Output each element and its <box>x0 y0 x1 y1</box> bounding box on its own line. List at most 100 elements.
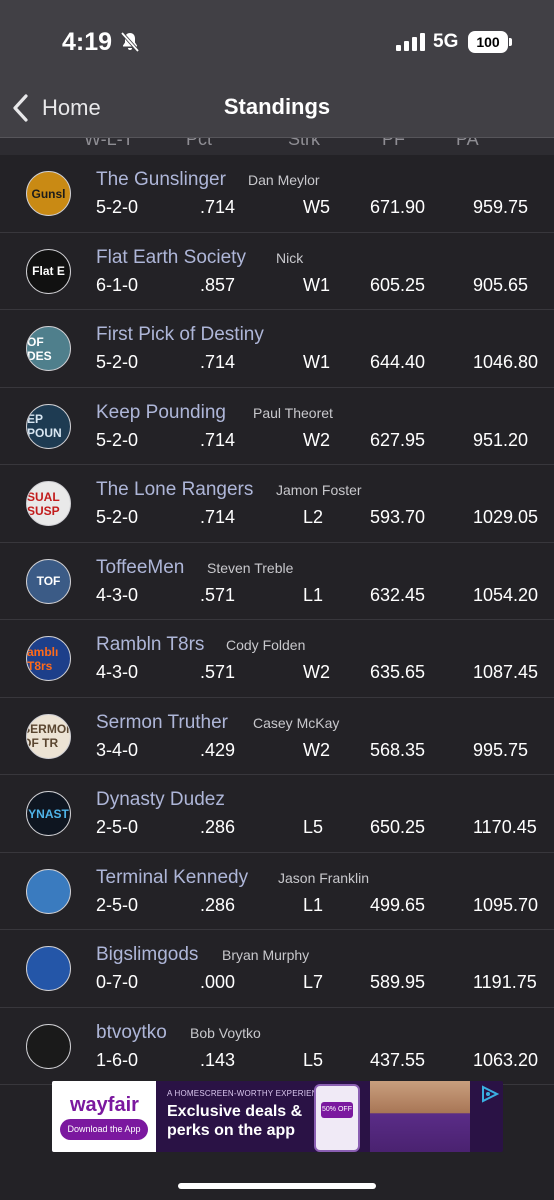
team-name[interactable]: The Lone Rangers <box>96 479 253 501</box>
ad-brand: wayfair <box>70 1094 139 1116</box>
team-streak: W5 <box>303 197 330 217</box>
team-row[interactable]: Bigslimgods Bryan Murphy 0-7-0 .000 L7 589.95… <box>0 930 554 1008</box>
team-logo-avatar: TOF <box>26 558 71 604</box>
team-row[interactable]: btvoytko Bob Voytko 1-6-0 .143 L5 437.55 1063.… <box>0 1008 554 1085</box>
team-win-pct: .286 <box>200 894 236 915</box>
team-logo-avatar <box>26 1023 71 1069</box>
team-win-pct: .857 <box>200 274 236 295</box>
ad-tagline: A HOMESCREEN-WORTHY EXPERIENCE <box>167 1089 330 1098</box>
team-win-pct: .714 <box>200 197 236 217</box>
team-row[interactable]: SERMON OF TR Sermon Truther Casey McKay 3-4… <box>0 698 554 775</box>
team-name[interactable]: Terminal Kennedy <box>96 867 248 889</box>
team-logo-text: TOF <box>36 574 61 588</box>
team-row[interactable]: EP POUN Keep Pounding Paul Theoret 5-2-0 .71… <box>0 388 554 465</box>
team-row[interactable]: OF DES First Pick of Destiny 5-2-0 .714 W1 64… <box>0 310 554 388</box>
team-logo-avatar: SUAL SUSP <box>26 481 71 526</box>
team-points-for: 437.55 <box>370 1049 426 1070</box>
team-row[interactable]: TOF ToffeeMen Steven Treble 4-3-0 .571 L1 632.… <box>0 543 554 620</box>
home-indicator[interactable] <box>178 1183 376 1189</box>
team-logo-avatar <box>26 946 71 991</box>
team-logo-text: SERMON OF TR <box>27 722 70 750</box>
team-points-for: 593.70 <box>370 507 426 527</box>
team-points-against: 1170.45 <box>473 817 537 837</box>
column-header-pct: Pct <box>186 138 213 149</box>
team-logo-text: SUAL SUSP <box>27 489 60 518</box>
team-row[interactable]: SUAL SUSP The Lone Rangers Jamon Foster 5-2… <box>0 465 554 543</box>
team-row[interactable]: YNAST Dynasty Dudez 2-5-0 .286 L5 650.25 1170.… <box>0 775 554 853</box>
team-row[interactable]: Flat E Flat Earth Society Nick 6-1-0 .857 W1 6… <box>0 233 554 310</box>
team-name[interactable]: First Pick of Destiny <box>96 324 264 346</box>
team-name[interactable]: Bigslimgods <box>96 944 198 966</box>
team-streak: L5 <box>303 1049 324 1070</box>
status-bar: 4:19 5G 100 <box>0 0 554 80</box>
team-owner: Dan Meylor <box>248 172 320 188</box>
team-points-for: 644.40 <box>370 352 426 372</box>
team-points-against: 905.65 <box>473 274 529 295</box>
team-points-for: 605.25 <box>370 274 426 295</box>
team-points-against: 951.20 <box>473 429 529 450</box>
team-row[interactable]: Terminal Kennedy Jason Franklin 2-5-0 .286 L… <box>0 853 554 930</box>
team-logo-avatar: Flat E <box>26 248 71 294</box>
team-logo-avatar: Gunsl <box>26 171 71 216</box>
ad-phone-badge: 50% OFF <box>321 1102 353 1118</box>
team-win-pct: .571 <box>200 662 236 682</box>
team-points-for: 499.65 <box>370 894 426 915</box>
team-points-for: 627.95 <box>370 429 426 450</box>
team-record: 5-2-0 <box>96 507 139 527</box>
team-name[interactable]: Flat Earth Society <box>96 247 246 269</box>
team-owner: Nick <box>276 249 304 266</box>
column-header-streak: Strk <box>288 138 321 149</box>
team-owner: Casey McKay <box>253 714 340 731</box>
team-record: 4-3-0 <box>96 662 139 682</box>
team-logo-text: Flat E <box>32 264 65 278</box>
team-name[interactable]: The Gunslinger <box>96 169 226 191</box>
page-title: Standings <box>223 94 331 119</box>
team-name[interactable]: Sermon Truther <box>96 712 228 734</box>
team-owner: Paul Theoret <box>253 404 333 421</box>
team-win-pct: .286 <box>200 817 236 837</box>
team-name[interactable]: Dynasty Dudez <box>96 789 225 811</box>
team-win-pct: .714 <box>200 507 236 527</box>
team-owner: Steven Treble <box>207 559 294 576</box>
ad-banner[interactable]: wayfair Download the App A HOMESCREEN-WO… <box>52 1081 503 1152</box>
team-record: 1-6-0 <box>96 1049 139 1070</box>
team-points-against: 959.75 <box>473 197 529 217</box>
ad-download-button[interactable]: Download the App <box>60 1119 148 1140</box>
team-row[interactable]: amblı T8rs Rambln T8rs Cody Folden 4-3-0 .57… <box>0 620 554 698</box>
team-points-against: 1029.05 <box>473 507 539 527</box>
team-logo-avatar: OF DES <box>26 326 71 371</box>
team-record: 2-5-0 <box>96 894 139 915</box>
team-logo-text: Gunsl <box>31 186 66 201</box>
ad-headline-line-2: perks on the app <box>167 1122 296 1139</box>
team-logo-text: amblı T8rs <box>27 644 59 673</box>
team-logo-avatar: SERMON OF TR <box>26 713 71 759</box>
ad-brand-panel: wayfair Download the App <box>52 1081 156 1152</box>
team-win-pct: .714 <box>200 352 236 372</box>
team-points-against: 995.75 <box>473 739 529 760</box>
team-logo-avatar <box>26 868 71 914</box>
team-owner: Jason Franklin <box>278 869 370 886</box>
team-points-for: 650.25 <box>370 817 426 837</box>
team-name[interactable]: btvoytko <box>96 1022 167 1044</box>
team-record: 6-1-0 <box>96 274 139 295</box>
team-logo-text: YNAST <box>28 806 69 821</box>
team-name[interactable]: Keep Pounding <box>96 402 226 424</box>
team-owner: Bob Voytko <box>190 1024 261 1041</box>
team-win-pct: .143 <box>200 1049 236 1070</box>
team-record: 5-2-0 <box>96 429 139 450</box>
team-row[interactable]: Gunsl The Gunslinger Dan Meylor 5-2-0 .714 W5… <box>0 155 554 233</box>
team-record: 4-3-0 <box>96 584 139 605</box>
team-win-pct: .429 <box>200 739 236 760</box>
team-record: 0-7-0 <box>96 972 139 992</box>
team-name[interactable]: Rambln T8rs <box>96 634 204 656</box>
adchoices-icon[interactable] <box>480 1085 500 1103</box>
team-owner: Cody Folden <box>226 637 306 653</box>
team-logo-text: EP POUN <box>27 412 62 440</box>
team-win-pct: .714 <box>200 429 236 450</box>
team-record: 5-2-0 <box>96 197 139 217</box>
standings-list: Gunsl The Gunslinger Dan Meylor 5-2-0 .714 W5… <box>0 155 554 1085</box>
team-name[interactable]: ToffeeMen <box>96 557 184 579</box>
team-streak: W1 <box>303 274 330 295</box>
nav-bar: Home Standings <box>0 80 554 138</box>
column-header-pa: PA <box>456 138 479 149</box>
